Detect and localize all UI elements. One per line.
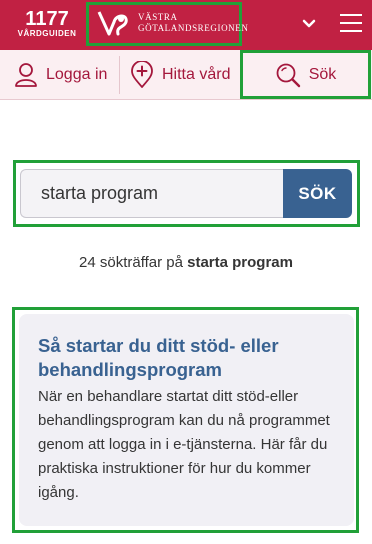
region-dropdown-button[interactable] bbox=[300, 14, 318, 32]
login-label: Logga in bbox=[46, 66, 108, 83]
region-name: VÄSTRA GÖTALANDSREGIONEN bbox=[138, 12, 248, 34]
search-nav-button[interactable]: Sök bbox=[240, 50, 371, 99]
region-logo[interactable]: VÄSTRA GÖTALANDSREGIONEN bbox=[96, 8, 248, 42]
result-count: 24 sökträffar på starta program bbox=[0, 254, 372, 271]
nav-divider bbox=[119, 56, 120, 94]
hamburger-line bbox=[340, 14, 362, 16]
hamburger-line bbox=[340, 22, 362, 24]
search-nav-label: Sök bbox=[308, 65, 337, 83]
find-care-label: Hitta vård bbox=[162, 66, 231, 83]
chevron-down-icon bbox=[302, 19, 316, 28]
region-emblem-icon bbox=[97, 11, 128, 36]
search-submit-button[interactable]: SÖK bbox=[283, 169, 352, 218]
search-input[interactable]: starta program bbox=[20, 169, 284, 218]
user-icon bbox=[15, 63, 37, 87]
secondary-nav: Logga in Hitta vård Sök bbox=[0, 50, 372, 100]
region-name-line1: VÄSTRA bbox=[138, 12, 178, 22]
login-button[interactable]: Logga in bbox=[14, 50, 107, 100]
logo-1177-vardguiden[interactable]: 1177 VÅRDGUIDEN bbox=[16, 9, 78, 41]
region-name-line2: GÖTALANDSREGIONEN bbox=[138, 23, 249, 33]
find-care-button[interactable]: Hitta vård bbox=[130, 50, 230, 100]
result-count-prefix: 24 sökträffar på bbox=[79, 254, 183, 271]
logo-subtitle: VÅRDGUIDEN bbox=[17, 29, 77, 38]
result-card-title[interactable]: Så startar du ditt stöd- eller behandlin… bbox=[38, 334, 338, 382]
result-card-text: När en behandlare startat ditt stöd-elle… bbox=[38, 388, 330, 501]
search-icon bbox=[276, 63, 300, 87]
result-query: starta program bbox=[187, 254, 293, 271]
hamburger-menu-icon[interactable] bbox=[340, 14, 364, 36]
top-header: 1177 VÅRDGUIDEN VÄSTRA GÖTALANDSREGIONEN bbox=[0, 0, 372, 50]
result-card[interactable]: Så startar du ditt stöd- eller behandlin… bbox=[19, 314, 354, 526]
location-pin-plus-icon bbox=[131, 61, 153, 88]
logo-number: 1177 bbox=[25, 8, 69, 30]
hamburger-line bbox=[340, 30, 362, 32]
